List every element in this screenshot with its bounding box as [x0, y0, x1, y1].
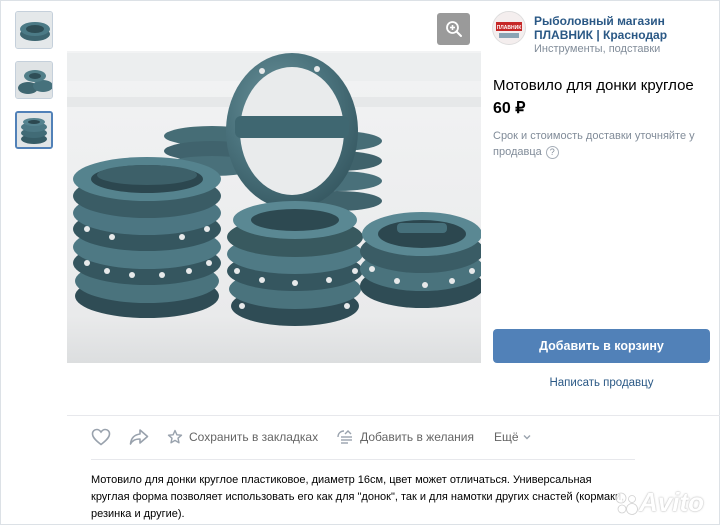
- like-button[interactable]: [91, 428, 111, 446]
- thumbnail-2[interactable]: [15, 61, 53, 99]
- seller-avatar[interactable]: ПЛАВНИК: [492, 11, 526, 45]
- product-title: Мотовило для донки круглое: [493, 77, 694, 94]
- seller-category: Инструменты, подставки: [534, 43, 661, 55]
- seller-name-link[interactable]: Рыболовный магазин ПЛАВНИК | Краснодар: [534, 14, 714, 42]
- share-icon: [129, 429, 149, 445]
- more-label: Ещё: [494, 430, 519, 444]
- product-description: Мотовило для донки круглое пластиковое, …: [91, 474, 625, 520]
- delivery-note-text: Срок и стоимость доставки уточняйте у пр…: [493, 130, 695, 158]
- thumbnail-1[interactable]: [15, 11, 53, 49]
- reels-photo-illustration: [67, 1, 481, 415]
- avito-logo-icon: [615, 492, 638, 515]
- chevron-down-icon: [523, 435, 531, 440]
- save-bookmarks-button[interactable]: Сохранить в закладках: [167, 429, 318, 445]
- avito-wordmark: Avito: [639, 487, 704, 517]
- add-to-cart-button[interactable]: Добавить в корзину: [493, 329, 710, 363]
- product-card: ПЛАВНИК Рыболовный магазин ПЛАВНИК | Кра…: [0, 0, 720, 525]
- action-bar: Сохранить в закладках Добавить в желания…: [91, 423, 532, 451]
- more-menu-button[interactable]: Ещё: [494, 430, 532, 444]
- write-seller-link[interactable]: Написать продавцу: [493, 377, 710, 389]
- product-price: 60 ₽: [493, 100, 526, 117]
- heart-icon: [91, 428, 111, 446]
- help-icon[interactable]: ?: [545, 145, 559, 159]
- divider: [67, 415, 720, 416]
- gift-list-icon: [337, 430, 353, 444]
- share-button[interactable]: [129, 428, 149, 446]
- avito-watermark: Avito: [613, 487, 704, 518]
- add-wishlist-label: Добавить в желания: [360, 430, 474, 444]
- thumbnail-strip: [15, 11, 55, 161]
- seller-avatar-logo-text: ПЛАВНИК: [497, 25, 523, 31]
- save-bookmarks-label: Сохранить в закладках: [189, 430, 319, 444]
- product-photo[interactable]: [67, 1, 481, 415]
- star-icon: [167, 429, 183, 444]
- thumbnail-3[interactable]: [15, 111, 53, 149]
- add-wishlist-button[interactable]: Добавить в желания: [336, 429, 474, 445]
- divider: [91, 459, 635, 460]
- delivery-note: Срок и стоимость доставки уточняйте у пр…: [493, 128, 713, 160]
- zoom-button[interactable]: [437, 13, 470, 45]
- zoom-in-icon: [445, 21, 462, 37]
